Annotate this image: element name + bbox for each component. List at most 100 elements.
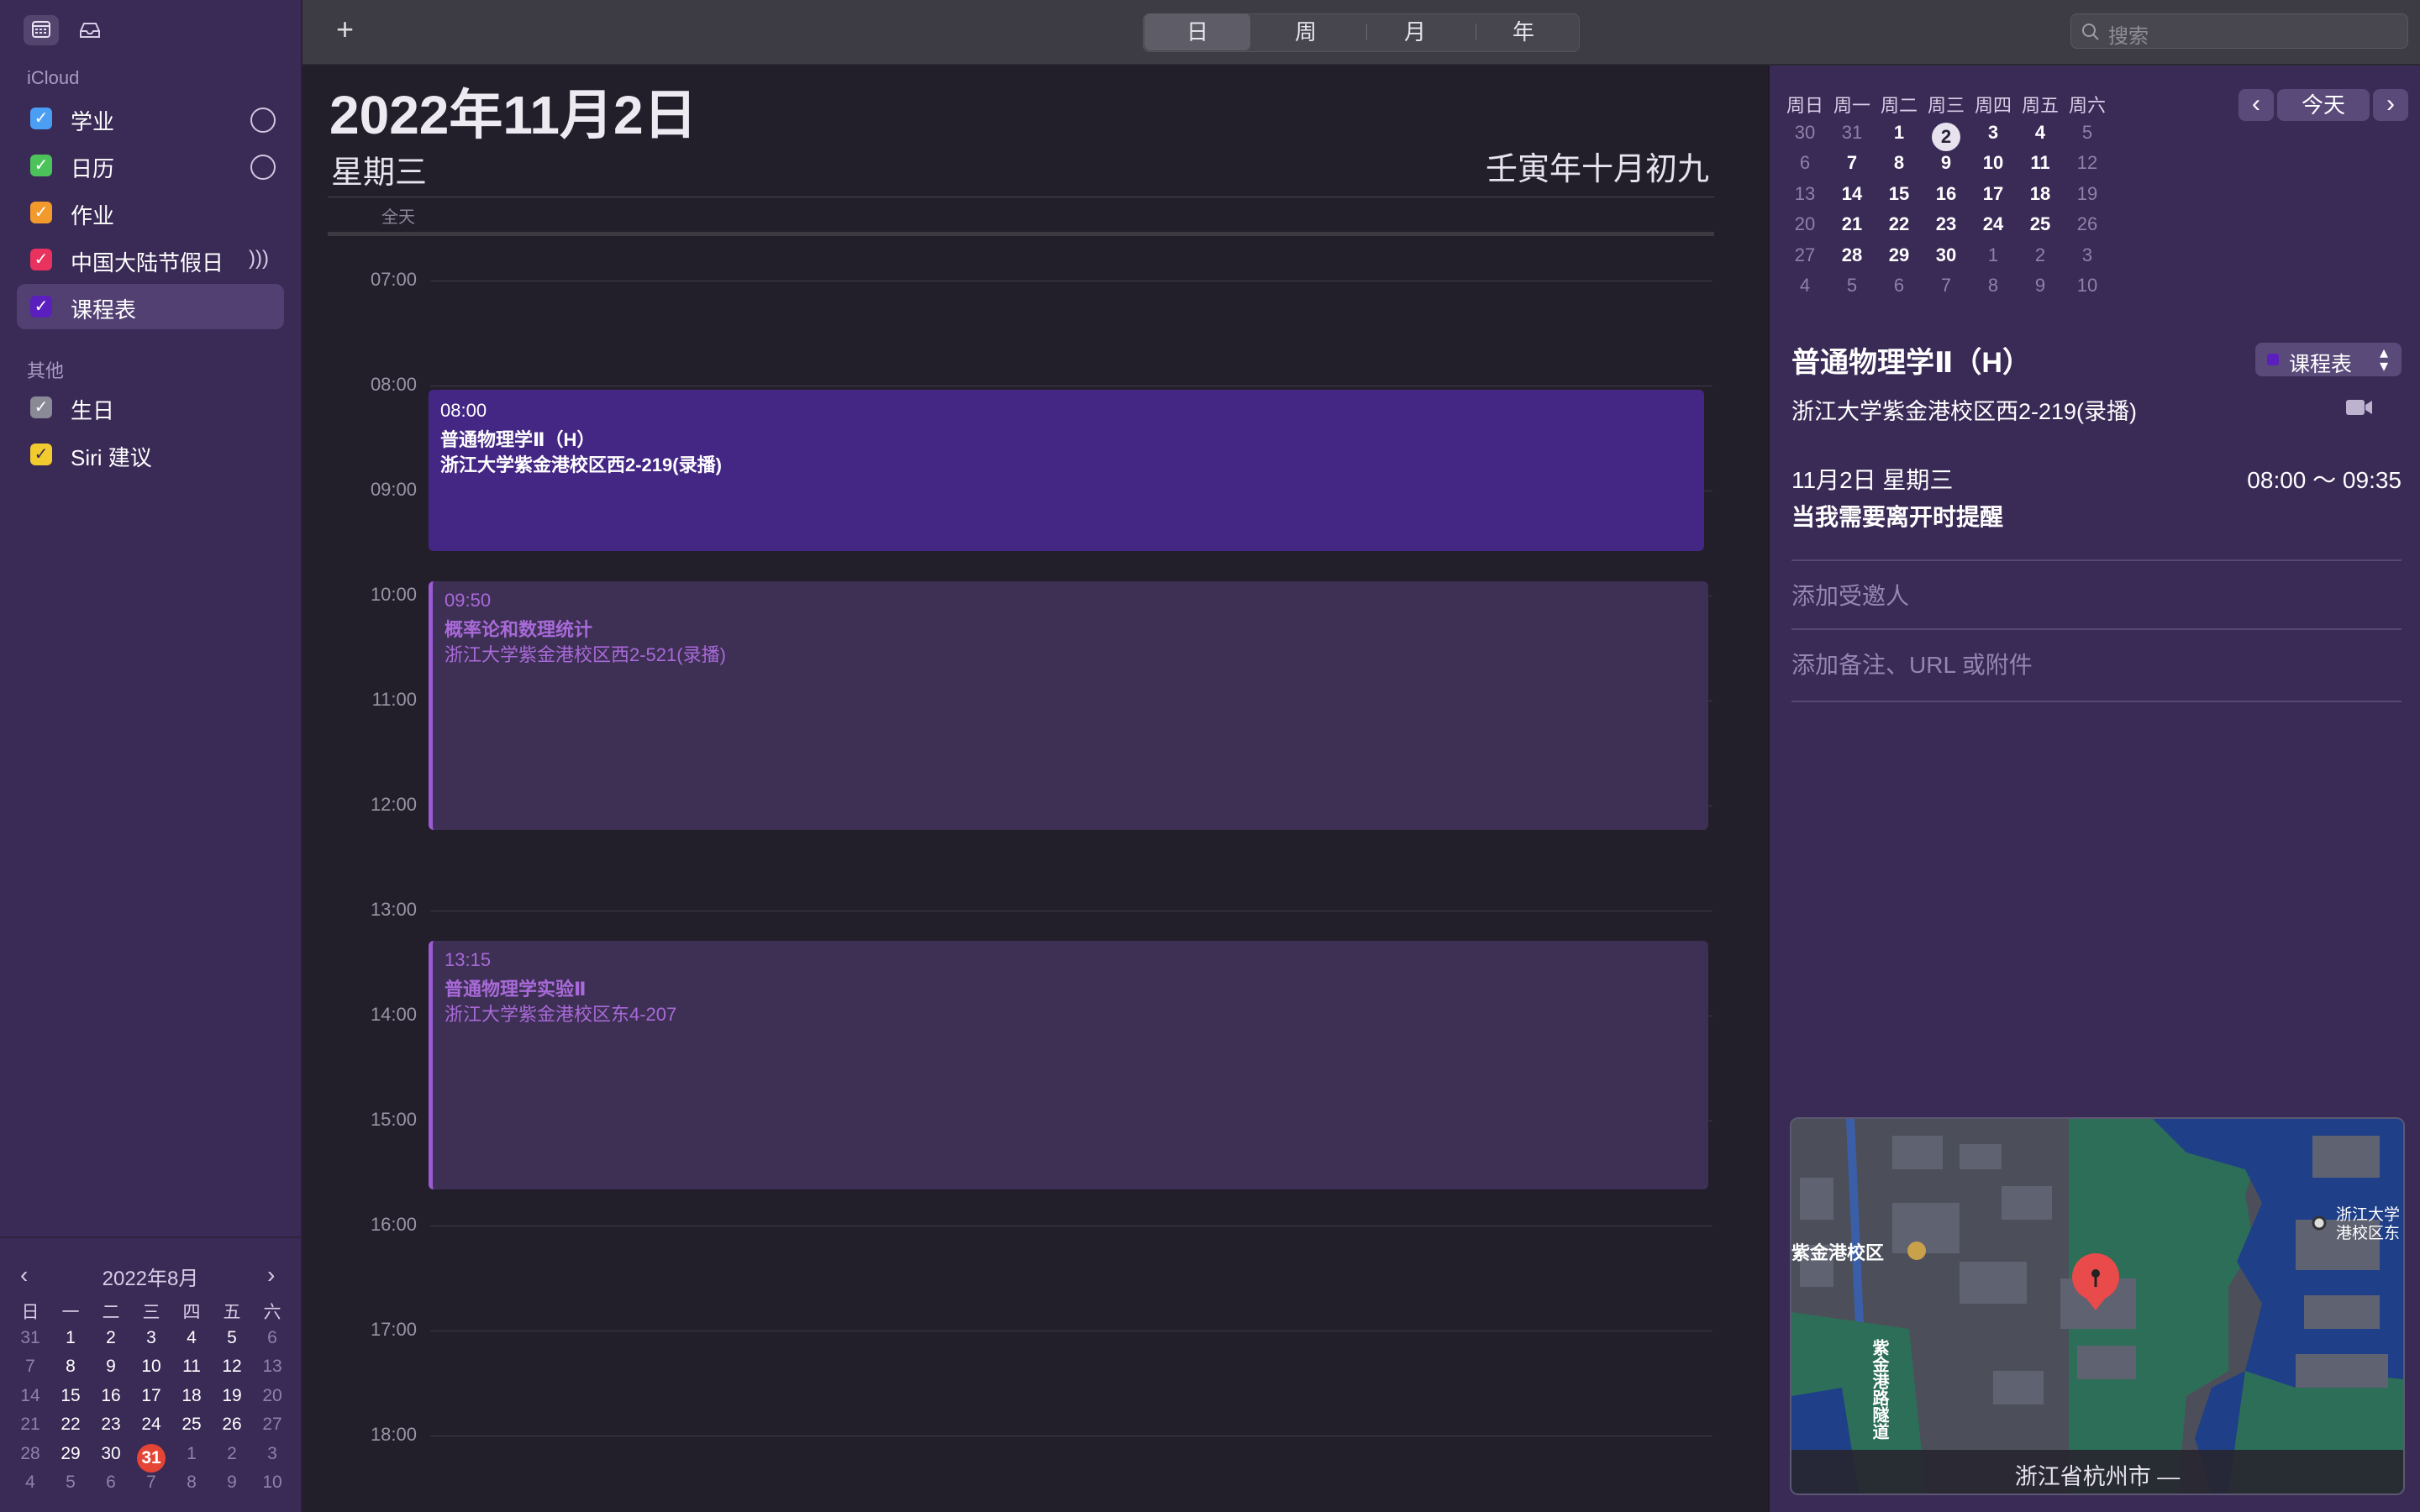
next-month-button[interactable]: › (267, 1262, 275, 1289)
day-cell[interactable]: 10 (2064, 275, 2111, 306)
prev-month-button[interactable]: ‹ (2238, 89, 2274, 121)
day-cell[interactable]: 28 (1828, 244, 1876, 276)
day-cell[interactable]: 27 (252, 1415, 292, 1444)
view-day-tab[interactable]: 日 (1144, 13, 1250, 50)
day-cell[interactable]: 20 (252, 1386, 292, 1415)
day-cell[interactable]: 26 (2064, 213, 2111, 244)
day-cell[interactable]: 7 (131, 1473, 171, 1502)
day-cell[interactable]: 10 (252, 1473, 292, 1502)
day-cell[interactable]: 8 (1970, 275, 2017, 306)
day-cell[interactable]: 8 (50, 1357, 91, 1386)
checkbox[interactable]: ✓ (30, 444, 52, 465)
day-cell[interactable]: 15 (1876, 183, 1923, 214)
day-cell[interactable]: 4 (2017, 122, 2064, 153)
day-cell[interactable]: 5 (1828, 275, 1876, 306)
day-cell[interactable]: 7 (1923, 275, 1970, 306)
day-cell[interactable]: 31 (1828, 122, 1876, 153)
day-cell[interactable]: 2 (212, 1444, 252, 1473)
day-cell[interactable]: 5 (212, 1328, 252, 1357)
event-date[interactable]: 11月2日 星期三 (1791, 462, 1953, 496)
calendar-item-birthdays[interactable]: ✓ 生日 (17, 385, 284, 430)
checkbox[interactable]: ✓ (30, 296, 52, 318)
today-button[interactable]: 今天 (2277, 89, 2370, 121)
calendar-picker[interactable]: 课程表 ▴ ▾ (2255, 343, 2402, 376)
day-cell[interactable]: 2 (91, 1328, 131, 1357)
day-cell[interactable]: 3 (131, 1328, 171, 1357)
calendar-item-timetable[interactable]: ✓ 课程表 (17, 284, 284, 329)
day-cell[interactable]: 13 (1781, 183, 1828, 214)
day-cell[interactable]: 20 (1781, 213, 1828, 244)
day-cell[interactable]: 18 (171, 1386, 212, 1415)
day-cell[interactable]: 2 (2017, 244, 2064, 276)
event-physics-lab[interactable]: 13:15 普通物理学实验Ⅱ 浙江大学紫金港校区东4-207 (429, 941, 1708, 1189)
view-month-tab[interactable]: 月 (1361, 13, 1469, 50)
day-cell[interactable]: 13 (252, 1357, 292, 1386)
day-cell[interactable]: 1 (50, 1328, 91, 1357)
day-cell[interactable]: 30 (91, 1444, 131, 1473)
day-cell[interactable]: 15 (50, 1386, 91, 1415)
day-cell[interactable]: 25 (171, 1415, 212, 1444)
day-cell[interactable]: 22 (1876, 213, 1923, 244)
add-event-button[interactable]: + (336, 12, 354, 47)
day-cell[interactable]: 19 (2064, 183, 2111, 214)
day-cell[interactable]: 12 (212, 1357, 252, 1386)
day-cell[interactable]: 1 (1970, 244, 2017, 276)
day-cell[interactable]: 4 (10, 1473, 50, 1502)
event-time-range[interactable]: 08:00 ～ 09:35 (2247, 462, 2402, 496)
day-cell[interactable]: 3 (2064, 244, 2111, 276)
day-cell[interactable]: 23 (91, 1415, 131, 1444)
day-cell[interactable]: 24 (131, 1415, 171, 1444)
day-cell[interactable]: 16 (91, 1386, 131, 1415)
day-cell[interactable]: 1 (1876, 122, 1923, 153)
day-cell[interactable]: 8 (171, 1473, 212, 1502)
view-year-tab[interactable]: 年 (1470, 13, 1576, 50)
day-cell[interactable]: 22 (50, 1415, 91, 1444)
day-cell[interactable]: 4 (171, 1328, 212, 1357)
day-cell[interactable]: 7 (1828, 152, 1876, 183)
day-cell[interactable]: 3 (252, 1444, 292, 1473)
day-cell[interactable]: 27 (1781, 244, 1828, 276)
day-cell[interactable]: 14 (1828, 183, 1876, 214)
checkbox[interactable]: ✓ (30, 249, 52, 270)
day-cell[interactable]: 18 (2017, 183, 2064, 214)
day-cell[interactable]: 11 (171, 1357, 212, 1386)
day-cell[interactable]: 11 (2017, 152, 2064, 183)
calendar-item-homework[interactable]: ✓ 作业 (17, 190, 284, 235)
day-cell[interactable]: 2 (1932, 122, 1960, 151)
day-cell[interactable]: 5 (50, 1473, 91, 1502)
day-cell[interactable]: 9 (91, 1357, 131, 1386)
day-cell[interactable]: 23 (1923, 213, 1970, 244)
calendar-item-siri-suggestions[interactable]: ✓ Siri 建议 (17, 432, 284, 477)
day-cell[interactable]: 9 (212, 1473, 252, 1502)
day-cell[interactable]: 6 (252, 1328, 292, 1357)
day-cell[interactable]: 29 (50, 1444, 91, 1473)
day-cell[interactable]: 5 (2064, 122, 2111, 153)
calendar-item-study[interactable]: ✓ 学业 (17, 96, 284, 141)
location-map[interactable]: 紫金港校区 紫金港路隧道 浙江大学 港校区东 浙江省杭州市 — (1790, 1117, 2405, 1495)
day-cell[interactable]: 8 (1876, 152, 1923, 183)
day-cell[interactable]: 19 (212, 1386, 252, 1415)
search-field[interactable]: 搜索 (2070, 13, 2408, 49)
day-cell[interactable]: 31 (137, 1443, 166, 1473)
day-cell[interactable]: 24 (1970, 213, 2017, 244)
calendar-item-calendar[interactable]: ✓ 日历 (17, 143, 284, 188)
day-cell[interactable]: 1 (171, 1444, 212, 1473)
checkbox[interactable]: ✓ (30, 202, 52, 223)
day-cell[interactable]: 6 (1876, 275, 1923, 306)
inbox-button[interactable] (72, 15, 108, 45)
day-cell[interactable]: 14 (10, 1386, 50, 1415)
checkbox[interactable]: ✓ (30, 155, 52, 176)
day-cell[interactable]: 6 (91, 1473, 131, 1502)
day-cell[interactable]: 16 (1923, 183, 1970, 214)
calendar-item-holidays[interactable]: ✓ 中国大陆节假日 ))) (17, 237, 284, 282)
next-month-button[interactable]: › (2373, 89, 2408, 121)
add-invitees-field[interactable]: 添加受邀人 (1791, 578, 1909, 612)
day-cell[interactable]: 21 (1828, 213, 1876, 244)
video-camera-icon[interactable] (2344, 396, 2375, 418)
event-probability[interactable]: 09:50 概率论和数理统计 浙江大学紫金港校区西2-521(录播) (429, 581, 1708, 830)
event-location[interactable]: 浙江大学紫金港校区西2-219(录播) (1791, 393, 2137, 426)
event-alert[interactable]: 当我需要离开时提醒 (1791, 499, 2003, 533)
day-cell[interactable]: 4 (1781, 275, 1828, 306)
checkbox[interactable]: ✓ (30, 108, 52, 129)
day-cell[interactable]: 17 (1970, 183, 2017, 214)
